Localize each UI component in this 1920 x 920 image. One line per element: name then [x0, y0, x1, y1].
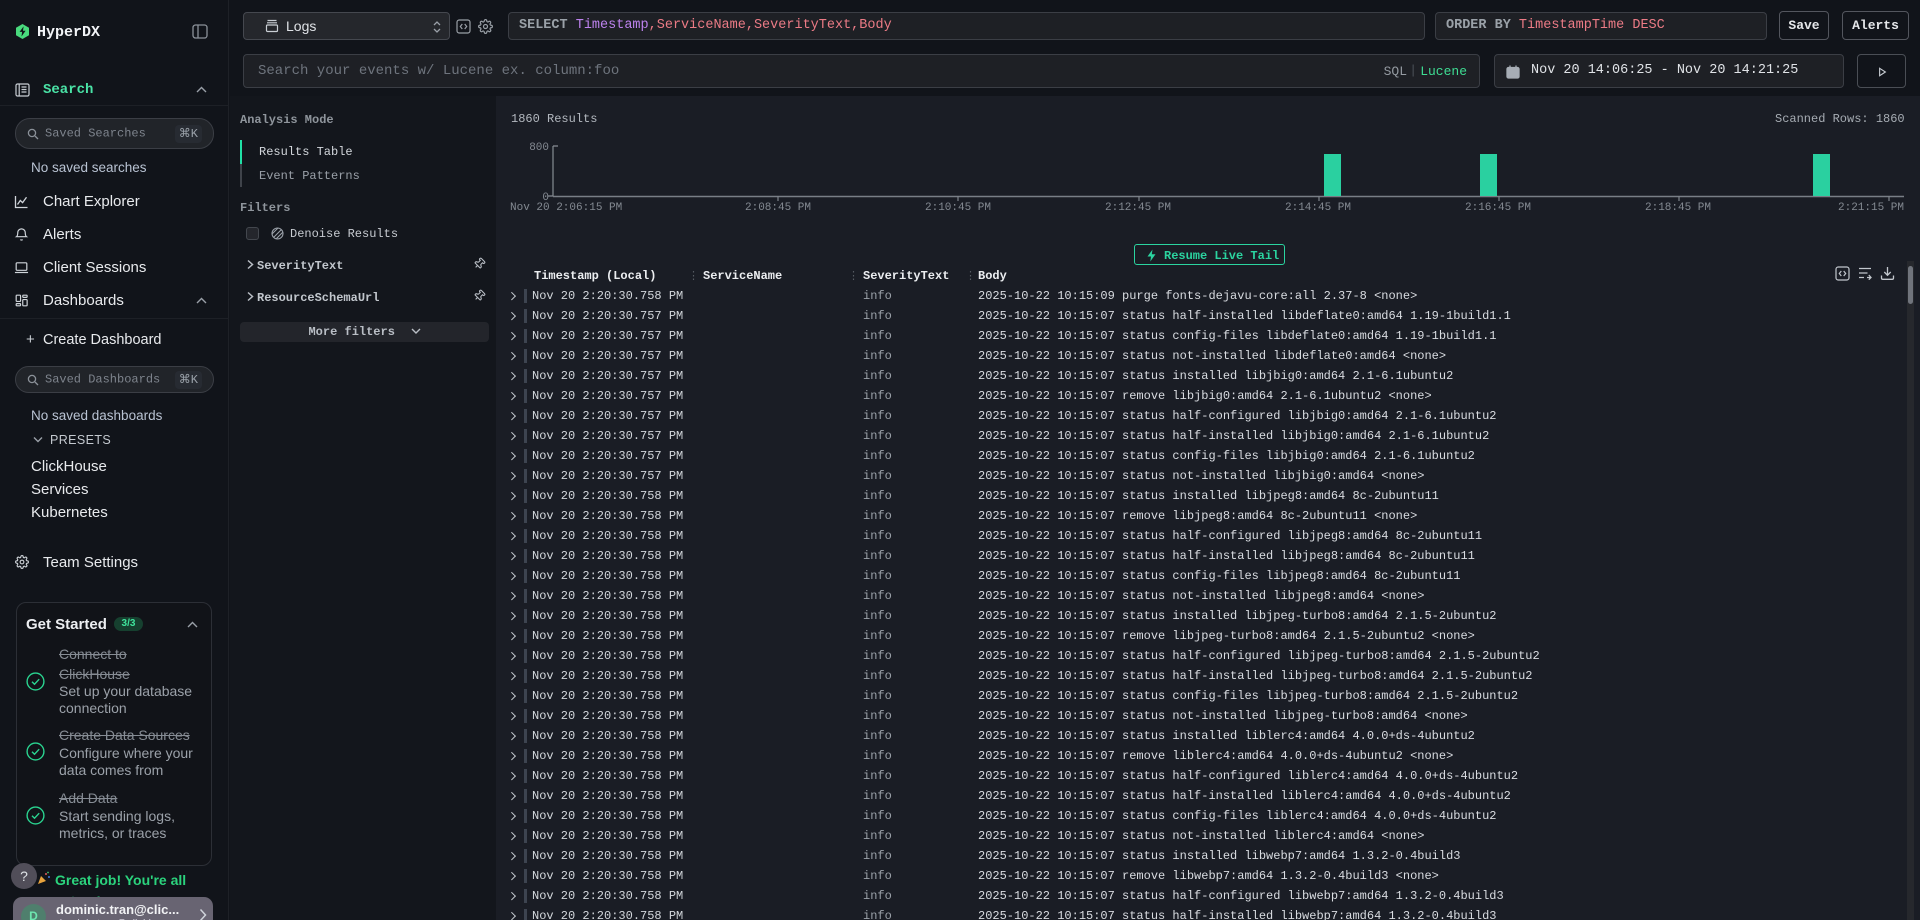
svg-text:800: 800	[529, 142, 549, 154]
